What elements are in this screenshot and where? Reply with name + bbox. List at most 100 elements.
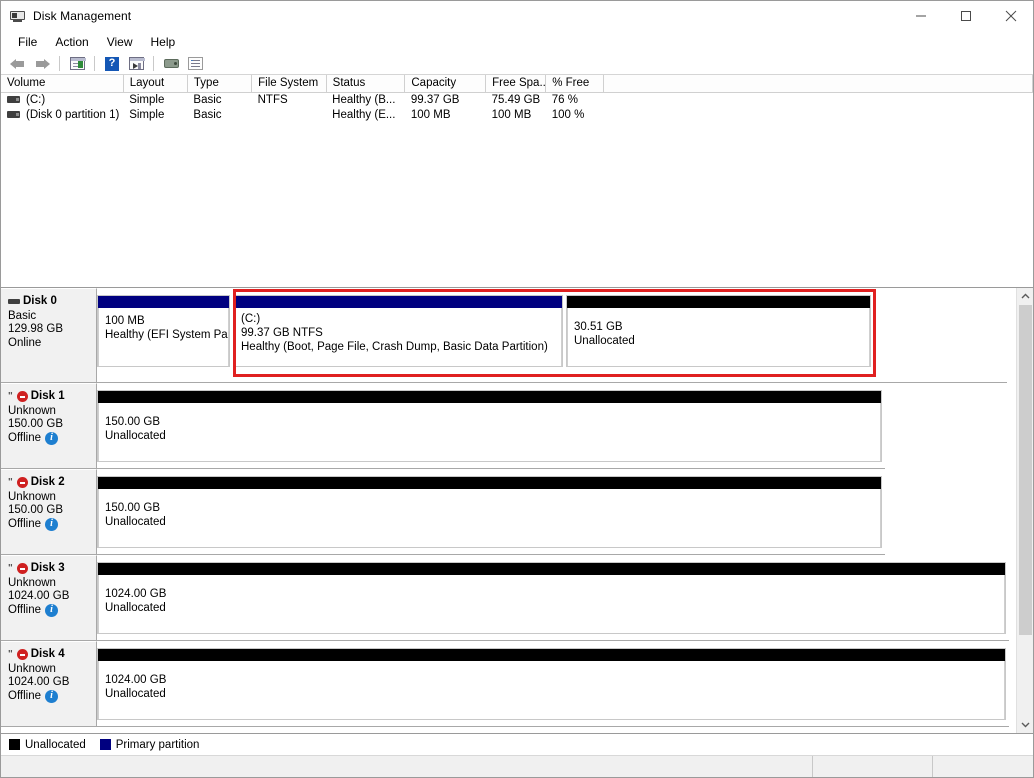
partition-unallocated-disk-2[interactable]: 150.00 GB Unallocated: [97, 476, 882, 548]
help-icon: ?: [105, 56, 119, 71]
partition-unallocated-size: 1024.00 GB: [105, 588, 167, 600]
partition-unallocated-disk-3[interactable]: 1024.00 GB Unallocated: [97, 562, 1006, 634]
disk-offline-icon: [16, 649, 28, 661]
rescan-disks-button[interactable]: [160, 54, 182, 74]
disk-offline-icon: [16, 477, 28, 489]
partition-unallocated-disk-1[interactable]: 150.00 GB Unallocated: [97, 390, 882, 462]
minimize-icon: [915, 15, 926, 17]
column-header-status[interactable]: Status: [326, 75, 406, 93]
table-row[interactable]: (C:) Simple Basic NTFS Healthy (B... 99.…: [1, 92, 1033, 107]
cell-capacity: 99.37 GB: [410, 93, 460, 106]
menu-item-view[interactable]: View: [98, 32, 142, 52]
cell-volume: (C:): [1, 92, 123, 107]
disk-info-disk-4[interactable]: " Disk 4 Unknown 1024.00 GB Offline i: [1, 641, 97, 727]
volume-table: Volume Layout Type File System Status Ca…: [1, 75, 1033, 122]
disk-row-disk-1[interactable]: " Disk 1 Unknown 150.00 GB Offline i 150…: [1, 383, 1016, 469]
disk-management-icon: [10, 9, 26, 24]
scroll-down-button[interactable]: [1017, 716, 1033, 733]
disk-offline-icon: [16, 391, 28, 403]
partition-unallocated-disk-4[interactable]: 1024.00 GB Unallocated: [97, 648, 1006, 720]
volume-icon: [7, 111, 20, 118]
info-icon[interactable]: i: [45, 431, 59, 445]
disk-row-disk-2[interactable]: " Disk 2 Unknown 150.00 GB Offline i 150…: [1, 469, 1016, 555]
offline-tick-icon: ": [8, 563, 13, 574]
disk-1-size: 150.00 GB: [8, 418, 63, 430]
volume-list-pane[interactable]: Volume Layout Type File System Status Ca…: [1, 75, 1033, 288]
disk-3-title: " Disk 3: [8, 562, 96, 576]
disk-0-name: Disk 0: [23, 295, 57, 307]
info-icon[interactable]: i: [45, 517, 59, 531]
partition-efi-size: 100 MB: [105, 315, 145, 327]
toolbar-separator-2: [94, 56, 95, 71]
forward-button[interactable]: [31, 54, 53, 74]
offline-tick-icon: ": [8, 391, 13, 402]
disk-info-disk-1[interactable]: " Disk 1 Unknown 150.00 GB Offline i: [1, 383, 97, 469]
properties-button[interactable]: [184, 54, 206, 74]
graphical-view-scrollbar[interactable]: [1016, 288, 1033, 733]
cell-filler: [604, 92, 1033, 107]
scrollbar-thumb[interactable]: [1019, 305, 1032, 635]
menu-item-file[interactable]: File: [9, 32, 46, 52]
show-hide-console-tree-button[interactable]: [66, 54, 88, 74]
partition-unallocated-size: 150.00 GB: [105, 502, 160, 514]
cell-free-space: 75.49 GB: [491, 93, 541, 106]
legend-bar: Unallocated Primary partition: [1, 733, 1033, 755]
disk-icon: [8, 299, 20, 305]
cell-layout: Simple: [129, 108, 165, 121]
info-icon[interactable]: i: [45, 689, 59, 703]
partition-band-unallocated: [567, 296, 870, 308]
disk-info-disk-0[interactable]: Disk 0 Basic 129.98 GB Online: [1, 288, 97, 383]
column-header-file-system[interactable]: File System: [251, 75, 327, 93]
partition-c-drive[interactable]: (C:) 99.37 GB NTFS Healthy (Boot, Page F…: [233, 295, 563, 367]
show-hide-action-pane-button[interactable]: [125, 54, 147, 74]
partition-unallocated-disk-0[interactable]: 30.51 GB Unallocated: [566, 295, 871, 367]
disk-info-disk-2[interactable]: " Disk 2 Unknown 150.00 GB Offline i: [1, 469, 97, 555]
scrollbar-track[interactable]: [1017, 305, 1033, 716]
cell-filler: [604, 107, 1033, 122]
toolbar-separator-1: [59, 56, 60, 71]
disk-row-disk-0[interactable]: Disk 0 Basic 129.98 GB Online 100 MB Hea…: [1, 288, 1016, 383]
column-header-percent-free[interactable]: % Free: [545, 75, 605, 93]
scroll-up-button[interactable]: [1017, 288, 1033, 305]
info-icon[interactable]: i: [45, 603, 59, 617]
chevron-up-icon: [1021, 293, 1030, 299]
cell-capacity: 100 MB: [410, 108, 451, 121]
partition-efi[interactable]: 100 MB Healthy (EFI System Partiti: [97, 295, 230, 367]
cell-status: Healthy (B...: [332, 93, 396, 106]
list-icon: [187, 57, 203, 70]
table-row[interactable]: (Disk 0 partition 1) Simple Basic Health…: [1, 107, 1033, 122]
cell-type: Basic: [193, 93, 222, 106]
disk-row-disk-3[interactable]: " Disk 3 Unknown 1024.00 GB Offline i 10…: [1, 555, 1016, 641]
disk-body-disk-4: 1024.00 GB Unallocated: [97, 641, 1009, 727]
column-header-volume[interactable]: Volume: [1, 75, 124, 93]
help-button[interactable]: ?: [101, 54, 123, 74]
volume-icon: [7, 96, 20, 104]
column-header-capacity[interactable]: Capacity: [404, 75, 487, 93]
disk-2-state: Offline: [8, 517, 42, 530]
partition-band-unallocated: [98, 391, 881, 403]
maximize-button[interactable]: [943, 1, 988, 31]
column-header-free-space[interactable]: Free Spa...: [485, 75, 547, 93]
legend-swatch-unallocated: [9, 739, 20, 750]
column-header-layout[interactable]: Layout: [123, 75, 188, 93]
partition-unallocated-status: Unallocated: [105, 430, 166, 442]
partition-unallocated-status: Unallocated: [105, 688, 166, 700]
title-bar-left: Disk Management: [1, 9, 131, 24]
status-pane-2: [813, 756, 933, 777]
menu-item-help[interactable]: Help: [142, 32, 185, 52]
column-header-type[interactable]: Type: [187, 75, 253, 93]
close-button[interactable]: [988, 1, 1033, 31]
disk-row-disk-4[interactable]: " Disk 4 Unknown 1024.00 GB Offline i 10…: [1, 641, 1016, 727]
minimize-button[interactable]: [898, 1, 943, 31]
menu-item-action[interactable]: Action: [46, 32, 97, 52]
console-tree-icon: [69, 57, 86, 70]
disk-info-disk-3[interactable]: " Disk 3 Unknown 1024.00 GB Offline i: [1, 555, 97, 641]
disk-management-window: Disk Management File Action View Help ? …: [0, 0, 1034, 778]
disk-0-title: Disk 0: [8, 295, 96, 309]
volume-table-header-row: Volume Layout Type File System Status Ca…: [1, 75, 1033, 93]
partition-unallocated-size: 30.51 GB: [574, 321, 623, 333]
disk-2-type: Unknown: [8, 490, 56, 503]
disk-3-size: 1024.00 GB: [8, 590, 70, 602]
title-bar: Disk Management: [1, 1, 1033, 31]
back-button[interactable]: [7, 54, 29, 74]
